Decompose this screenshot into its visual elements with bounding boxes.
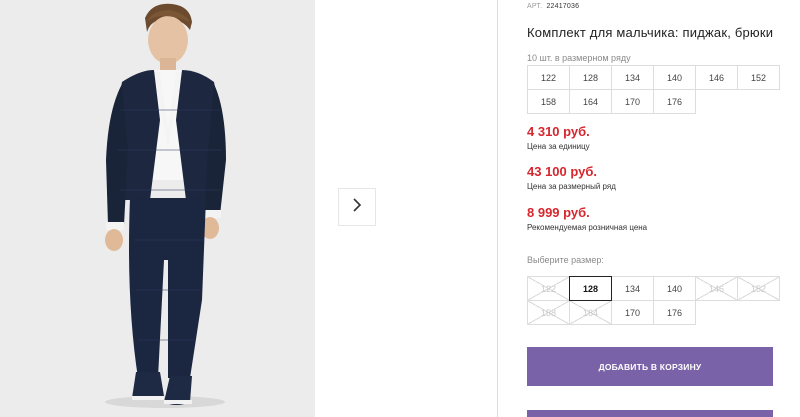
size-option-selected[interactable]: 128 <box>569 276 612 301</box>
retail-price: 8 999 руб. <box>527 205 590 220</box>
pack-size-grid: 122 128 134 140 146 152 158 164 170 176 <box>527 65 780 114</box>
product-photo <box>0 0 315 417</box>
row-price-label: Цена за размерный ряд <box>527 182 616 191</box>
pack-note: 10 шт. в размерном ряду <box>527 53 631 63</box>
unit-price-label: Цена за единицу <box>527 142 590 151</box>
pack-size-cell: 146 <box>695 65 738 90</box>
product-gallery <box>0 0 420 417</box>
size-option[interactable]: 170 <box>611 300 654 325</box>
size-option-unavailable: 158 <box>527 300 570 325</box>
size-option-unavailable: 152 <box>737 276 780 301</box>
article-label: АРТ. <box>527 3 543 10</box>
size-option-unavailable: 122 <box>527 276 570 301</box>
pack-size-cell: 158 <box>527 89 570 114</box>
retail-price-label: Рекомендуемая розничная цена <box>527 223 648 232</box>
size-option[interactable]: 140 <box>653 276 696 301</box>
size-option-unavailable: 146 <box>695 276 738 301</box>
pack-size-cell: 176 <box>653 89 696 114</box>
size-select-label: Выберите размер: <box>527 255 604 265</box>
panel-divider <box>497 0 498 417</box>
next-image-button[interactable] <box>338 188 376 226</box>
secondary-action-button[interactable] <box>527 410 773 417</box>
pack-size-cell: 122 <box>527 65 570 90</box>
product-title: Комплект для мальчика: пиджак, брюки <box>527 25 774 40</box>
pack-size-cell: 170 <box>611 89 654 114</box>
size-option[interactable]: 134 <box>611 276 654 301</box>
row-price: 43 100 руб. <box>527 164 598 179</box>
article-number: АРТ. 22417036 <box>527 3 579 10</box>
size-option[interactable]: 176 <box>653 300 696 325</box>
product-photo-illustration <box>0 0 315 417</box>
chevron-right-icon <box>351 197 363 218</box>
add-to-cart-button[interactable]: ДОБАВИТЬ В КОРЗИНУ <box>527 347 773 386</box>
pack-size-cell: 152 <box>737 65 780 90</box>
size-option-unavailable: 164 <box>569 300 612 325</box>
pack-size-cell: 140 <box>653 65 696 90</box>
unit-price: 4 310 руб. <box>527 124 590 139</box>
pack-size-cell: 128 <box>569 65 612 90</box>
pack-size-cell: 164 <box>569 89 612 114</box>
size-selector: 122 128 134 140 146 152 158 164 170 176 <box>527 276 780 325</box>
pack-size-cell: 134 <box>611 65 654 90</box>
article-value: 22417036 <box>546 3 580 10</box>
